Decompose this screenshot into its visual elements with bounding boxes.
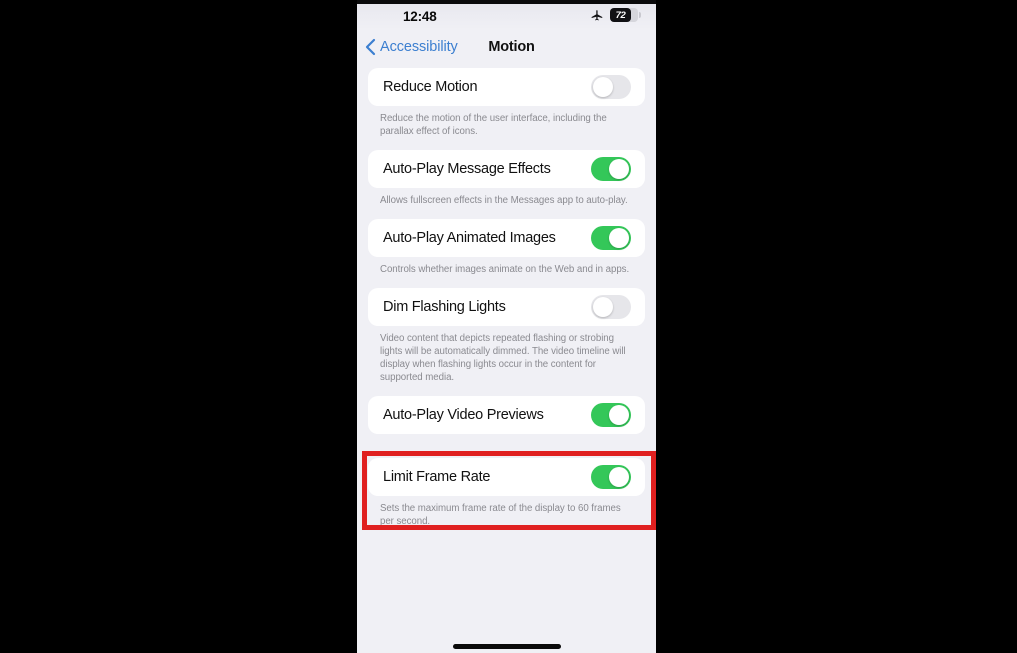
toggle-knob	[608, 404, 630, 426]
toggle-knob	[608, 158, 630, 180]
airplane-mode-icon	[590, 8, 604, 22]
setting-description: Video content that depicts repeated flas…	[380, 333, 626, 383]
toggle-auto-play-video-previews[interactable]	[591, 403, 631, 427]
setting-row-auto-play-video-previews[interactable]: Auto-Play Video Previews	[368, 396, 645, 434]
toggle-knob	[608, 466, 630, 488]
toggle-knob	[592, 76, 614, 98]
toggle-reduce-motion[interactable]	[591, 75, 631, 99]
setting-group-auto-play-animated-images: Auto-Play Animated Images Controls wheth…	[368, 219, 645, 276]
settings-list: Reduce Motion Reduce the motion of the u…	[357, 68, 656, 528]
setting-group-auto-play-video-previews: Auto-Play Video Previews	[368, 396, 645, 434]
battery-level-text: 72	[615, 9, 626, 21]
toggle-knob	[592, 296, 614, 318]
toggle-limit-frame-rate[interactable]	[591, 465, 631, 489]
setting-description: Sets the maximum frame rate of the displ…	[380, 503, 621, 527]
navigation-bar: Accessibility Motion	[357, 30, 656, 68]
toggle-knob	[608, 227, 630, 249]
status-bar: 12:48 72	[357, 0, 656, 30]
toggle-dim-flashing-lights[interactable]	[591, 295, 631, 319]
home-indicator	[452, 644, 561, 649]
setting-group-dim-flashing-lights: Dim Flashing Lights Video content that d…	[368, 288, 645, 384]
setting-label: Dim Flashing Lights	[383, 299, 506, 315]
page-title: Motion	[488, 39, 535, 55]
setting-description: Controls whether images animate on the W…	[380, 264, 630, 275]
toggle-auto-play-message-effects[interactable]	[591, 157, 631, 181]
setting-description: Allows fullscreen effects in the Message…	[380, 195, 628, 206]
status-bar-clock: 12:48	[403, 9, 437, 24]
setting-label: Auto-Play Video Previews	[383, 407, 544, 423]
setting-row-dim-flashing-lights[interactable]: Dim Flashing Lights	[368, 288, 645, 326]
setting-description: Reduce the motion of the user interface,…	[380, 113, 607, 137]
setting-row-limit-frame-rate[interactable]: Limit Frame Rate	[368, 458, 645, 496]
setting-label: Reduce Motion	[383, 79, 478, 95]
setting-group-reduce-motion: Reduce Motion Reduce the motion of the u…	[368, 68, 645, 138]
setting-row-auto-play-animated-images[interactable]: Auto-Play Animated Images	[368, 219, 645, 257]
setting-label: Auto-Play Animated Images	[383, 230, 556, 246]
status-bar-indicators: 72	[590, 8, 641, 22]
setting-group-limit-frame-rate: Limit Frame Rate Sets the maximum frame …	[368, 458, 645, 528]
battery-icon: 72	[610, 8, 641, 22]
toggle-auto-play-animated-images[interactable]	[591, 226, 631, 250]
setting-group-auto-play-message-effects: Auto-Play Message Effects Allows fullscr…	[368, 150, 645, 207]
setting-row-reduce-motion[interactable]: Reduce Motion	[368, 68, 645, 106]
setting-label: Limit Frame Rate	[383, 469, 491, 485]
setting-row-auto-play-message-effects[interactable]: Auto-Play Message Effects	[368, 150, 645, 188]
setting-label: Auto-Play Message Effects	[383, 161, 551, 177]
phone-screen: 12:48 72 Accessibility Motion Reduce Mot…	[357, 0, 656, 653]
